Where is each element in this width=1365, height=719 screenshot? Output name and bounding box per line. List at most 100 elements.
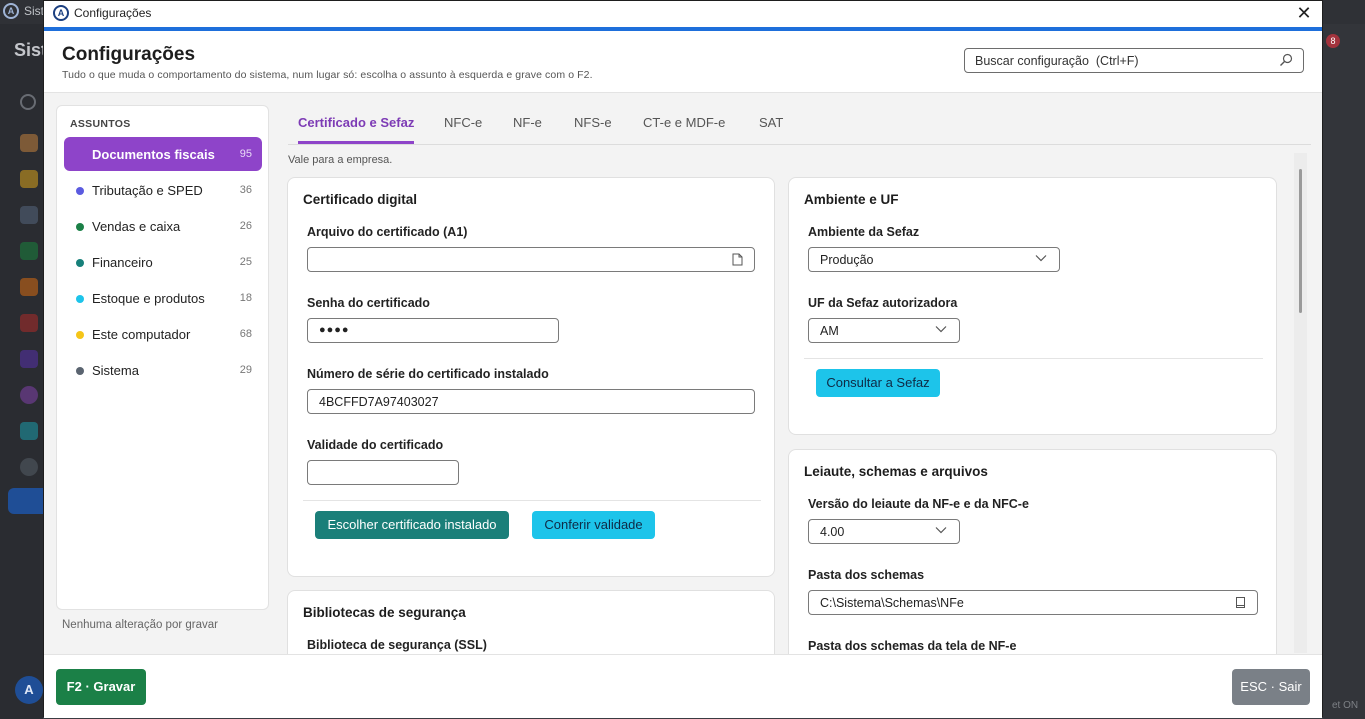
avatar: A [15,676,43,704]
subject-item-tributacao[interactable]: Tributação e SPED 36 [64,173,262,207]
field-label: Ambiente da Sefaz [808,225,920,239]
layout-version-value: 4.00 [820,525,845,539]
card-leiaute-schemas: Leiaute, schemas e arquivos Versão do le… [788,449,1277,670]
subject-label: Tributação e SPED [92,183,203,198]
tab-nfce[interactable]: NFC-e [444,115,482,141]
subject-label: Documentos fiscais [92,147,215,162]
subject-label: Este computador [92,327,191,342]
gear-icon [20,458,38,476]
uf-value: AM [820,324,839,338]
key-icon [20,422,38,440]
layout-version-select[interactable]: 4.00 [808,519,960,544]
close-button[interactable]: ✕ [1292,2,1316,24]
uf-select[interactable]: AM [808,318,960,343]
app-logo-icon: A [53,5,69,21]
app-logo-icon: A [3,3,19,19]
card-icon [20,314,38,332]
settings-body: ASSUNTOS Documentos fiscais 95 Tributaçã… [44,93,1322,670]
page-subtitle: Tudo o que muda o comportamento do siste… [62,69,593,81]
environment-value: Produção [820,253,874,267]
certificate-password-field[interactable]: ●●●● [307,318,559,343]
tab-bar: Certificado e Sefaz NFC-e NF-e NFS-e CT-… [288,105,1311,145]
subject-color-dot [76,223,84,231]
folder-icon[interactable] [1235,596,1246,609]
field-label: Validade do certificado [307,438,444,452]
tab-sat[interactable]: SAT [759,115,783,141]
tab-certificado-sefaz[interactable]: Certificado e Sefaz [298,115,415,144]
schemas-folder-value: C:\Sistema\Schemas\NFe [820,596,964,610]
content-scrollbar[interactable] [1294,153,1307,653]
subject-item-sistema[interactable]: Sistema 29 [64,353,262,387]
settings-footer: F2 · Gravar ESC · Sair [44,654,1322,718]
chevron-down-icon [935,326,947,333]
field-label: UF da Sefaz autorizadora [808,296,958,310]
subject-count: 68 [239,328,252,340]
window-titlebar: A Configurações ✕ [44,1,1322,27]
subject-label: Estoque e produtos [92,291,205,306]
subject-item-este-computador[interactable]: Este computador 68 [64,317,262,351]
subject-count: 29 [239,364,252,376]
tab-nfe[interactable]: NF-e [513,115,542,141]
chart-icon [20,386,38,404]
scrollbar-thumb[interactable] [1299,169,1302,313]
consult-sefaz-button[interactable]: Consultar a Sefaz [816,369,940,397]
subjects-title: ASSUNTOS [70,118,131,130]
subject-color-dot [76,295,84,303]
settings-header: Configurações Tudo o que muda o comporta… [44,31,1322,93]
window-title: Configurações [74,6,152,20]
field-label: Pasta dos schemas da tela de NF-e [808,639,1017,653]
subject-count: 36 [239,184,252,196]
search-icon[interactable] [1279,53,1293,67]
subject-count: 25 [239,256,252,268]
subject-color-dot [76,367,84,375]
subject-count: 95 [239,148,252,160]
tools-icon [20,278,38,296]
card-title: Leiaute, schemas e arquivos [804,464,988,479]
background-right-panel [1323,24,1365,719]
subjects-panel: ASSUNTOS Documentos fiscais 95 Tributaçã… [56,105,269,610]
background-title: Sist [24,4,45,18]
search-box[interactable] [964,48,1304,73]
subject-color-dot [76,259,84,267]
exit-button[interactable]: ESC · Sair [1232,669,1310,705]
certificate-validity-field[interactable] [307,460,459,485]
choose-certificate-button[interactable]: Escolher certificado instalado [315,511,509,539]
search-icon [20,94,36,110]
subject-count: 18 [239,292,252,304]
divider [804,358,1263,359]
subject-item-estoque[interactable]: Estoque e produtos 18 [64,281,262,315]
file-icon[interactable] [732,253,743,266]
document-icon [20,350,38,368]
subject-item-vendas[interactable]: Vendas e caixa 26 [64,209,262,243]
tab-cte-mdfe[interactable]: CT-e e MDF-e [643,115,725,141]
check-validity-button[interactable]: Conferir validade [532,511,655,539]
chevron-down-icon [935,527,947,534]
subject-label: Financeiro [92,255,153,270]
field-label: Versão do leiaute da NF-e e da NFC-e [808,497,1029,511]
users-icon [20,134,38,152]
field-label: Pasta dos schemas [808,568,925,582]
field-label: Número de série do certificado instalado [307,367,549,381]
card-ambiente-uf: Ambiente e UF Ambiente da Sefaz Produção… [788,177,1277,435]
subject-color-dot [76,187,84,195]
people-icon [20,206,38,224]
card-title: Bibliotecas de segurança [303,605,466,620]
field-label: Arquivo do certificado (A1) [307,225,468,239]
box-icon [20,170,38,188]
subject-item-financeiro[interactable]: Financeiro 25 [64,245,262,279]
save-button[interactable]: F2 · Gravar [56,669,146,705]
background-sidebar [0,24,43,719]
tab-nfse[interactable]: NFS-e [574,115,612,141]
subject-item-documentos-fiscais[interactable]: Documentos fiscais 95 [64,137,262,171]
search-input[interactable] [975,52,1270,70]
schemas-folder-field[interactable]: C:\Sistema\Schemas\NFe [808,590,1258,615]
settings-window: A Configurações ✕ Configurações Tudo o q… [43,0,1323,718]
field-label: Biblioteca de segurança (SSL) [307,638,487,652]
certificate-serial-field[interactable]: 4BCFFD7A97403027 [307,389,755,414]
environment-select[interactable]: Produção [808,247,1060,272]
notification-badge: 8 [1326,34,1340,48]
chevron-down-icon [1035,255,1047,262]
subject-label: Sistema [92,363,139,378]
certificate-file-field[interactable] [307,247,755,272]
card-title: Certificado digital [303,192,418,207]
